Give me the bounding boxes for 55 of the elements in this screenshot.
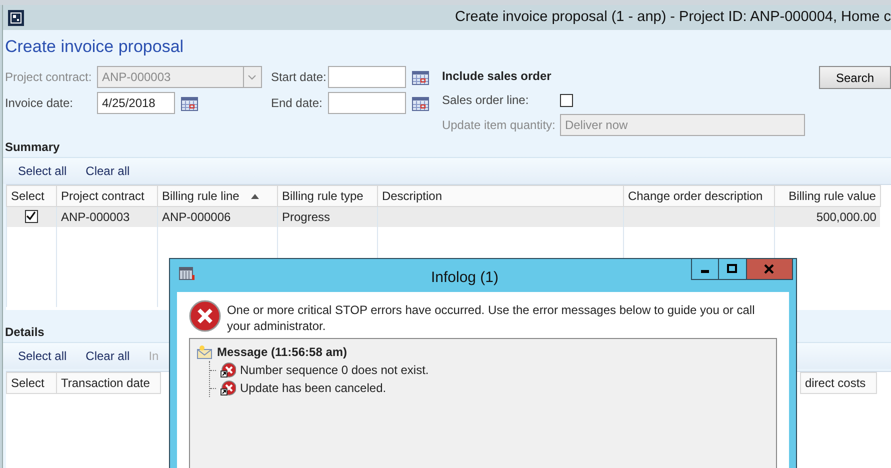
- field-label: Invoice date:: [4, 95, 74, 112]
- minimize-button[interactable]: [690, 259, 719, 280]
- message-text: Number sequence 0 does not exist.: [240, 362, 429, 379]
- column-header[interactable]: Transaction date: [56, 372, 160, 394]
- column-header[interactable]: Billing rule line: [157, 186, 278, 206]
- column-header[interactable]: Description: [377, 186, 624, 206]
- error-summary: One or more critical STOP errors have occurred. Use the error messages below to guide you or call your administrator.: [226, 302, 756, 334]
- row-checkbox[interactable]: [24, 210, 38, 222]
- form-heading: Create invoice proposal: [4, 36, 185, 58]
- column-header[interactable]: Billing rule type: [277, 186, 378, 206]
- error-icon: [220, 362, 236, 378]
- dialog-title: Infolog (1): [430, 268, 499, 288]
- toolbar-link[interactable]: Clear all: [86, 347, 130, 365]
- calendar-icon[interactable]: [412, 96, 429, 110]
- section-heading: Details: [4, 324, 46, 341]
- app-icon: [8, 10, 24, 26]
- toolbar-link[interactable]: Select all: [18, 347, 67, 365]
- date-field[interactable]: [328, 66, 406, 88]
- message-text: Message (11:56:58 am): [216, 344, 348, 361]
- envelope-icon: [196, 344, 213, 360]
- error-icon: [220, 380, 236, 396]
- toolbar-link[interactable]: Select all: [18, 162, 67, 180]
- maximize-button[interactable]: [718, 259, 747, 280]
- column-header[interactable]: Select: [6, 186, 56, 206]
- close-button[interactable]: [746, 259, 793, 280]
- toolbar-link[interactable]: Clear all: [86, 162, 130, 180]
- window-title: Create invoice proposal (1 - anp) - Project ID: ANP-000004, Home c: [454, 8, 891, 27]
- calendar-icon[interactable]: [180, 96, 198, 110]
- field-label: Start date:: [270, 69, 328, 86]
- close-icon: [763, 264, 776, 274]
- column-header[interactable]: direct costs: [800, 372, 876, 394]
- search-button[interactable]: Search: [818, 66, 891, 89]
- section-heading: Summary: [4, 139, 61, 156]
- column-header[interactable]: Change order description: [623, 186, 774, 206]
- column-header[interactable]: Billing rule value: [774, 186, 880, 206]
- sales-order-checkbox[interactable]: [560, 94, 573, 106]
- section-heading: Include sales order: [442, 68, 552, 85]
- column-header[interactable]: Select: [6, 372, 56, 394]
- field-label: End date:: [270, 95, 324, 112]
- table-cell: ANP-000006: [162, 210, 231, 224]
- message-text: Update has been canceled.: [240, 380, 386, 397]
- date-field[interactable]: [328, 92, 406, 114]
- table-cell: ANP-000003: [60, 210, 130, 224]
- column-header[interactable]: Project contract: [56, 186, 158, 206]
- window-icon: [178, 267, 195, 281]
- field-label: Update item quantity:: [442, 117, 556, 134]
- sort-arrow-icon: [251, 194, 260, 200]
- date-field[interactable]: 4/25/2018: [96, 92, 175, 114]
- table-cell: 500,000.00: [816, 210, 876, 224]
- calendar-icon[interactable]: [412, 70, 429, 84]
- error-icon: [188, 300, 221, 334]
- field-label: Project contract:: [4, 69, 93, 86]
- table-cell: Progress: [282, 210, 330, 224]
- field-label: Sales order line:: [442, 92, 530, 109]
- maximize-icon: [726, 264, 738, 274]
